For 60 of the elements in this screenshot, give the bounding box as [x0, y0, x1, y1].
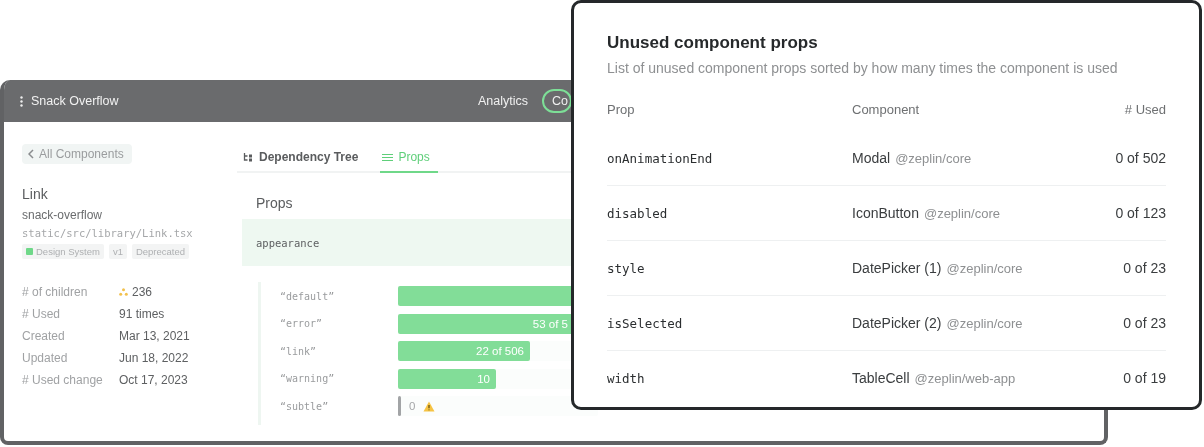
- nav-link[interactable]: Analytics: [478, 91, 528, 111]
- tree-icon: [243, 152, 254, 162]
- prop-name: disabled: [607, 205, 668, 221]
- column-header: # Used: [1123, 102, 1166, 119]
- value-label: “subtle”: [280, 400, 330, 412]
- package-name: @zeplin/core: [946, 260, 1023, 276]
- stat-label: Created: [22, 329, 66, 343]
- stat-value: Jun 18, 2022: [119, 351, 189, 365]
- column-header: Prop: [607, 102, 636, 119]
- package-name: @zeplin/core: [923, 205, 1000, 221]
- package-name: snack-overflow: [22, 208, 104, 222]
- tab[interactable]: Dependency Tree: [241, 144, 367, 173]
- card-title: Unused component props: [607, 33, 819, 53]
- card-subtitle: List of unused component props sorted by how many times the component is used: [607, 60, 1119, 76]
- usage-count: 0 of 23: [1123, 315, 1166, 331]
- section-title: Props: [256, 195, 294, 211]
- tag-label: Design System: [36, 246, 100, 257]
- file-path: static/src/library/Link.tsx: [22, 227, 194, 239]
- back-button[interactable]: All Components: [22, 144, 132, 164]
- value-label: “link”: [280, 345, 318, 357]
- usage-count: 0 of 123: [1115, 205, 1166, 221]
- component-name: DatePicker (2): [852, 315, 942, 331]
- package-name: @zeplin/core: [895, 150, 972, 166]
- value-label: “warning”: [280, 373, 336, 385]
- usage-count: 0: [409, 400, 416, 413]
- prop-name: isSelected: [607, 315, 683, 331]
- stat-value: Mar 13, 2021: [119, 329, 190, 343]
- stat-label: Updated: [22, 351, 69, 365]
- tag-label: Deprecated: [135, 246, 186, 257]
- stat-value: 236: [132, 285, 153, 299]
- component-name: Link: [22, 186, 49, 202]
- component-name: DatePicker (1): [852, 260, 942, 276]
- stat-label: # Used: [22, 307, 62, 321]
- menu-icon[interactable]: [20, 95, 23, 107]
- usage-count: 0 of 23: [1123, 260, 1166, 276]
- dots-icon: [119, 288, 128, 296]
- usage-count: 0 of 502: [1115, 150, 1166, 166]
- package-name: @zeplin/web-app: [914, 370, 1016, 386]
- prop-name: style: [607, 260, 645, 276]
- prop-name: appearance: [256, 236, 320, 249]
- prop-name: width: [607, 370, 645, 386]
- stat-label: # Used change: [22, 373, 104, 387]
- prop-name: onAnimationEnd: [607, 150, 713, 166]
- component-name: Modal: [852, 150, 891, 166]
- component-name: IconButton: [852, 205, 919, 221]
- value-label: “default”: [280, 290, 336, 302]
- column-header: Component: [852, 102, 921, 119]
- stat-value: Oct 17, 2023: [119, 373, 188, 387]
- stat-value: 91 times: [119, 307, 165, 321]
- usage-bar: 22 of 506: [398, 341, 530, 362]
- value-label: “error”: [280, 318, 324, 330]
- app-title: Snack Overflow: [31, 94, 119, 108]
- usage-count: 0 of 19: [1123, 370, 1166, 386]
- tag-label: v1: [112, 246, 123, 257]
- component-name: TableCell: [852, 370, 910, 386]
- chevron-left-icon: [28, 149, 34, 159]
- usage-bar: 53 of 5: [398, 313, 574, 334]
- package-name: @zeplin/core: [946, 315, 1023, 331]
- usage-bar: 10: [398, 368, 496, 389]
- stat-label: # of children: [22, 285, 89, 299]
